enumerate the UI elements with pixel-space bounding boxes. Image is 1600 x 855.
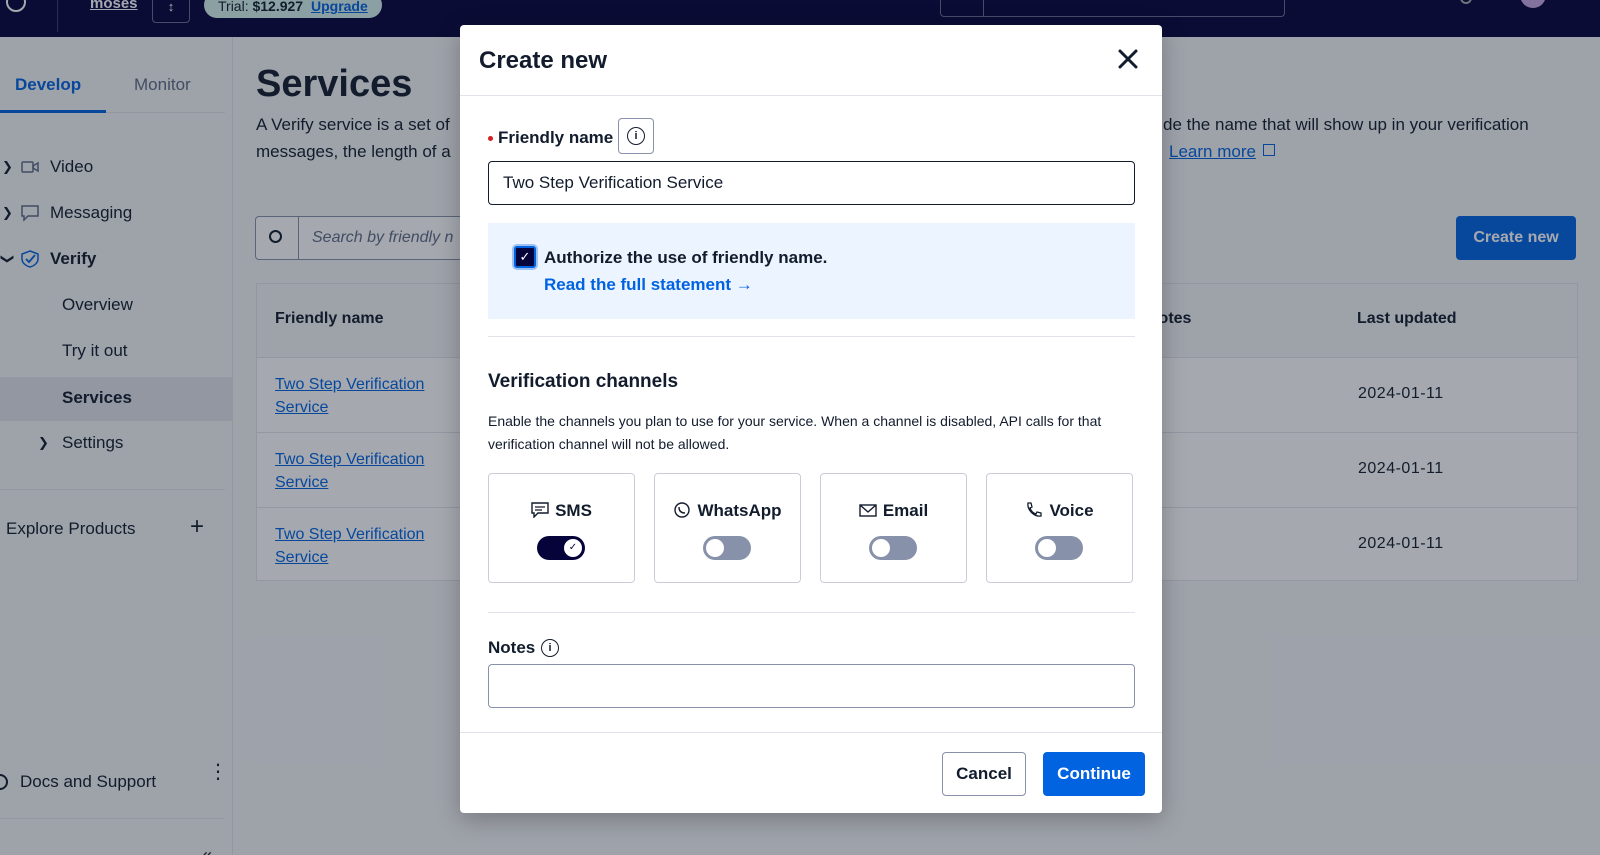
channel-label: Voice	[1049, 501, 1094, 520]
close-icon[interactable]	[1114, 45, 1142, 73]
channel-label: Email	[882, 501, 929, 520]
whatsapp-toggle[interactable]	[703, 536, 751, 560]
dialog-footer-divider	[460, 732, 1162, 733]
authorize-checkbox[interactable]: ✓	[514, 246, 536, 268]
friendly-name-label: Friendly name	[498, 128, 614, 147]
section-divider	[488, 612, 1135, 613]
info-icon[interactable]: i	[541, 639, 559, 657]
friendly-name-info-button[interactable]: i	[618, 118, 654, 154]
whatsapp-icon	[674, 502, 691, 518]
channels-description: Enable the channels you plan to use for …	[488, 413, 1102, 452]
read-statement-link[interactable]: Read the full statement →	[544, 275, 753, 295]
channel-label: WhatsApp	[697, 501, 782, 520]
toggle-knob	[706, 539, 724, 557]
email-icon	[859, 504, 877, 517]
authorize-label[interactable]: Authorize the use of friendly name.	[544, 248, 827, 268]
toggle-knob	[1038, 539, 1056, 557]
sms-toggle[interactable]: ✓	[537, 536, 585, 560]
required-indicator	[488, 136, 493, 141]
channel-header: WhatsApp	[655, 501, 800, 521]
channel-card-whatsapp: WhatsApp	[654, 473, 801, 583]
create-new-dialog: Create new Friendly name i Two Step Veri…	[460, 25, 1162, 813]
cancel-button[interactable]: Cancel	[942, 752, 1026, 796]
sms-icon	[531, 502, 549, 518]
friendly-name-input[interactable]: Two Step Verification Service	[488, 161, 1135, 205]
channel-card-sms: SMS ✓	[488, 473, 635, 583]
channel-header: Voice	[987, 501, 1132, 521]
info-icon: i	[627, 127, 645, 145]
channel-header: Email	[821, 501, 966, 521]
notes-input[interactable]	[488, 664, 1135, 708]
channel-card-voice: Voice	[986, 473, 1133, 583]
voice-toggle[interactable]	[1035, 536, 1083, 560]
channels-title: Verification channels	[488, 371, 679, 392]
section-divider	[488, 336, 1135, 337]
dialog-header: Create new	[460, 25, 1162, 96]
dialog-title: Create new	[479, 47, 608, 74]
continue-button[interactable]: Continue	[1043, 752, 1145, 796]
phone-icon	[1027, 502, 1043, 517]
channel-card-email: Email	[820, 473, 967, 583]
checkmark-icon: ✓	[519, 249, 531, 264]
toggle-knob: ✓	[564, 539, 582, 557]
email-toggle[interactable]	[869, 536, 917, 560]
toggle-knob	[872, 539, 890, 557]
channel-label: SMS	[555, 501, 592, 520]
authorize-callout: ✓ Authorize the use of friendly name. Re…	[488, 223, 1135, 319]
notes-label: Notes	[488, 638, 536, 657]
channel-header: SMS	[489, 501, 634, 521]
